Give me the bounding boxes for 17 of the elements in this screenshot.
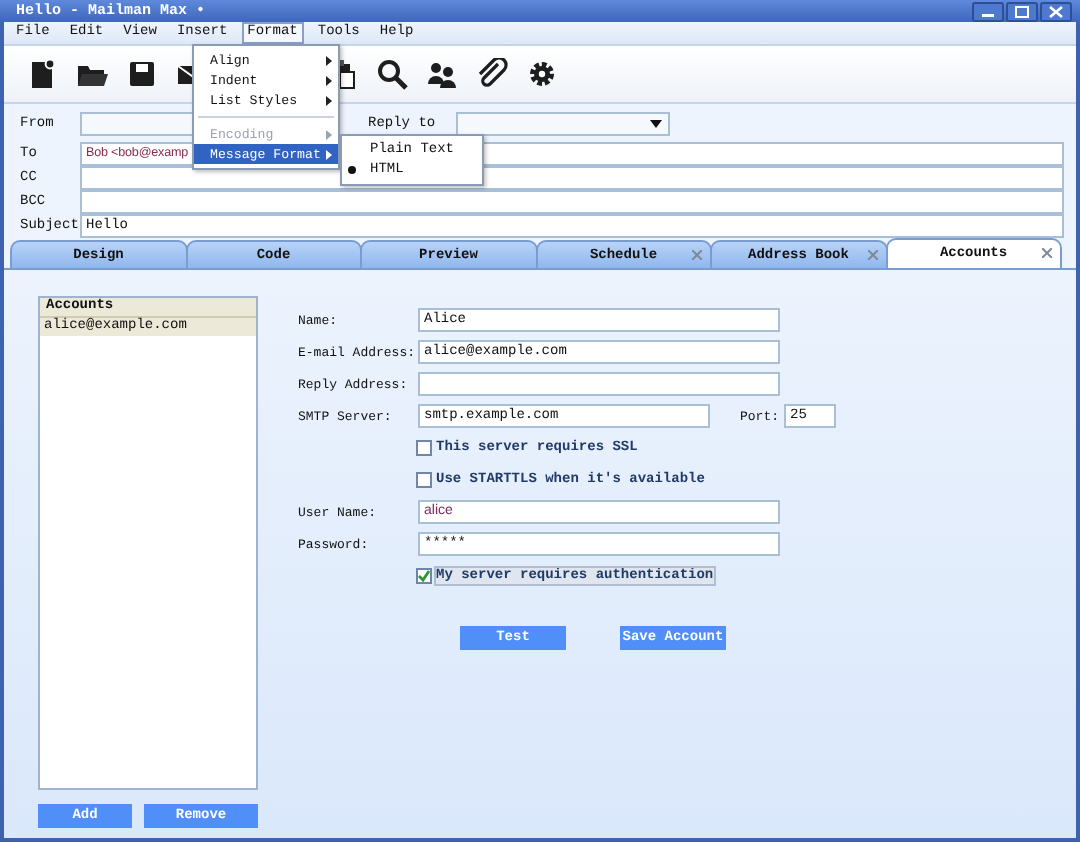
close-icon[interactable] [1040,1,1072,21]
save-icon[interactable] [126,58,158,90]
minimize-icon[interactable] [972,1,1004,21]
maximize-icon[interactable] [1006,1,1038,21]
input-field[interactable] [418,372,780,396]
checkbox[interactable] [416,472,432,488]
gear-icon[interactable] [526,58,558,90]
close-icon[interactable] [1042,248,1052,258]
checkbox[interactable] [416,568,432,584]
new-document-icon[interactable] [26,58,58,90]
reply-to-dropdown[interactable] [456,112,670,136]
search-icon[interactable] [376,58,408,90]
checkbox[interactable] [416,440,432,456]
input-field[interactable] [80,190,1064,214]
users-icon[interactable] [426,58,458,90]
caret-icon [650,120,662,128]
paperclip-icon[interactable] [476,58,508,90]
